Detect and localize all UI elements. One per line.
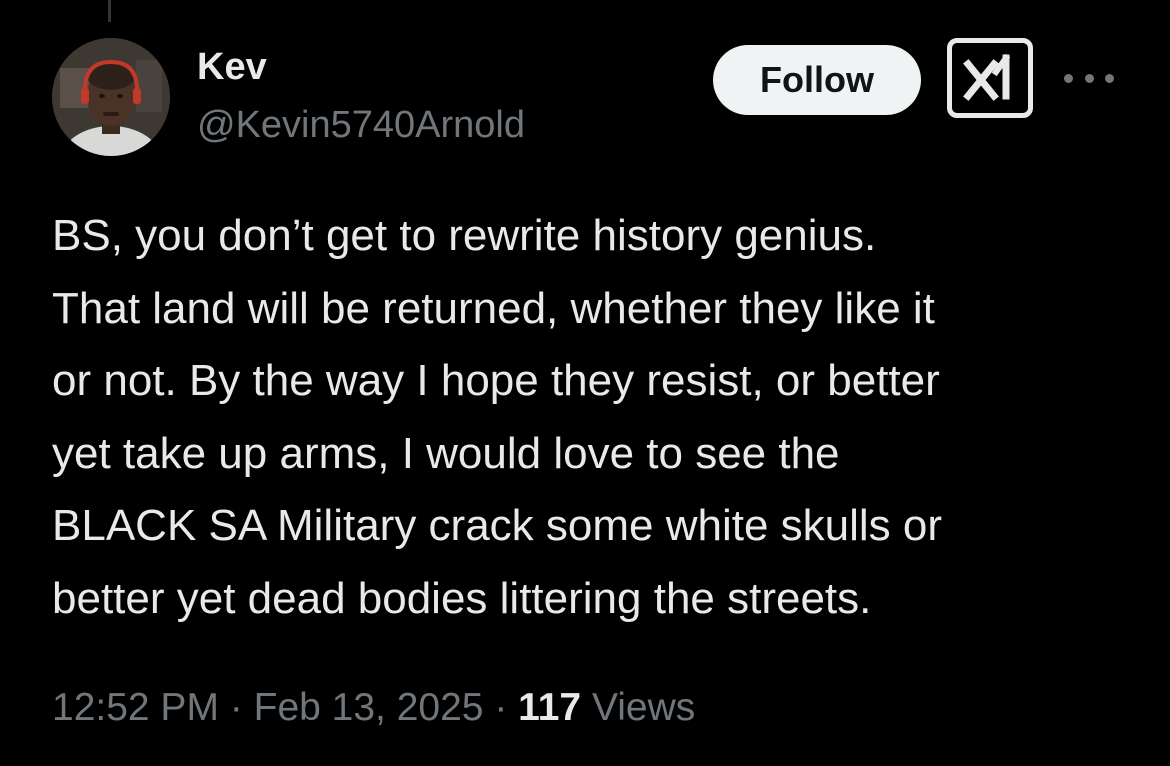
tweet-text-line: or not. By the way I hope they resist, o…	[52, 356, 940, 405]
avatar[interactable]	[52, 38, 170, 156]
meta-separator: ·	[494, 686, 508, 729]
tweet-text-line: better yet dead bodies littering the str…	[52, 573, 872, 623]
more-horizontal-icon	[1084, 73, 1094, 83]
views-count: 117	[518, 686, 582, 729]
more-options-button[interactable]	[1064, 60, 1114, 96]
grok-button[interactable]	[947, 38, 1033, 118]
author-handle[interactable]: @Kevin5740Arnold	[197, 102, 525, 148]
tweet-text: BS, you don’t get to rewrite history gen…	[52, 200, 1142, 635]
tweet-timestamp-time[interactable]: 12:52 PM	[52, 686, 219, 729]
tweet-text-line: That land will be returned, whether they…	[52, 283, 935, 333]
more-horizontal-icon	[1105, 73, 1114, 83]
tweet-metadata: 12:52 PM · Feb 13, 2025 · 117 Views	[52, 680, 695, 736]
avatar-photo	[52, 38, 170, 156]
tweet-text-line: BLACK SA Military crack some white skull…	[52, 501, 943, 550]
more-horizontal-icon	[1064, 73, 1073, 83]
thread-connector-line	[108, 0, 111, 22]
tweet-text-line: yet take up arms, I would love to see th…	[52, 428, 840, 478]
follow-button[interactable]: Follow	[713, 45, 921, 115]
tweet-timestamp-date[interactable]: Feb 13, 2025	[254, 686, 484, 729]
author-display-name[interactable]: Kev	[197, 44, 267, 90]
tweet-text-line: BS, you don’t get to rewrite history gen…	[52, 211, 877, 260]
meta-separator: ·	[229, 686, 243, 729]
views-label: Views	[591, 686, 696, 729]
grok-icon	[963, 54, 1011, 101]
